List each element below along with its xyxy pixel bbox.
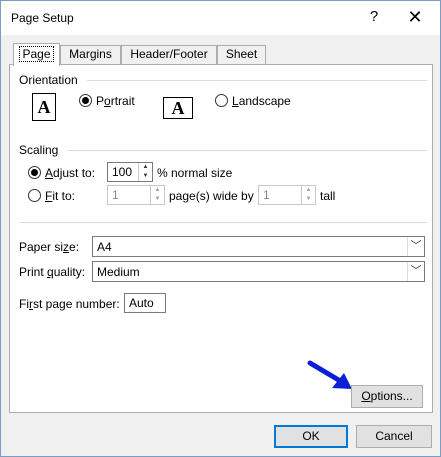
fit-to-label[interactable]: Fit to:: [45, 189, 75, 203]
spin-down-icon[interactable]: ▼: [302, 195, 315, 204]
fit-wide-spinner[interactable]: 1 ▲ ▼: [107, 185, 165, 205]
first-page-number-input[interactable]: Auto: [124, 293, 166, 313]
spin-down-icon[interactable]: ▼: [139, 172, 152, 181]
print-quality-value: Medium: [97, 265, 140, 279]
landscape-label[interactable]: Landscape: [232, 94, 291, 108]
portrait-page-icon: A: [32, 93, 58, 123]
fit-tall-spinner[interactable]: 1 ▲ ▼: [258, 185, 316, 205]
help-button[interactable]: ?: [364, 7, 384, 27]
chevron-down-icon[interactable]: ﹀: [407, 262, 424, 281]
ok-button[interactable]: OK: [274, 425, 348, 448]
spin-down-icon[interactable]: ▼: [151, 195, 164, 204]
close-button[interactable]: ✕: [405, 7, 425, 27]
dialog-title: Page Setup: [11, 11, 74, 25]
portrait-label[interactable]: Portrait: [96, 94, 135, 108]
orientation-separator: [87, 80, 427, 81]
tab-margins[interactable]: Margins: [60, 45, 121, 64]
paper-size-select[interactable]: A4 ﹀: [92, 236, 425, 257]
first-page-number-value: Auto: [129, 296, 154, 310]
fit-tall-value: 1: [263, 188, 270, 202]
landscape-page-icon: A: [163, 97, 195, 121]
scaling-group-label: Scaling: [19, 143, 59, 157]
options-button[interactable]: Options...: [351, 385, 423, 408]
spin-up-icon[interactable]: ▲: [139, 163, 152, 172]
adjust-percent-spinner[interactable]: 100 ▲ ▼: [107, 162, 153, 182]
cancel-button[interactable]: Cancel: [356, 425, 432, 448]
portrait-radio[interactable]: [79, 94, 92, 107]
page-setup-dialog: Page Setup ? ✕ Page Margins Header/Foote…: [0, 0, 441, 457]
adjust-percent-value: 100: [112, 165, 133, 179]
annotation-arrow-icon: [307, 360, 352, 389]
tab-sheet[interactable]: Sheet: [217, 45, 266, 64]
scaling-bottom-separator: [19, 222, 427, 223]
first-page-number-label: First page number:: [19, 297, 120, 311]
paper-size-label: Paper size:: [19, 240, 80, 254]
paper-size-value: A4: [97, 240, 112, 254]
spin-up-icon[interactable]: ▲: [302, 186, 315, 195]
page-tab-panel: Orientation A Portrait A Landscape Scali…: [9, 64, 433, 413]
fit-tall-suffix-label: tall: [320, 189, 336, 203]
landscape-radio[interactable]: [215, 94, 228, 107]
print-quality-label: Print quality:: [19, 265, 86, 279]
fit-wide-value: 1: [112, 188, 119, 202]
tab-header-footer[interactable]: Header/Footer: [121, 45, 217, 64]
adjust-to-radio[interactable]: [28, 166, 41, 179]
adjust-to-label[interactable]: Adjust to:: [45, 166, 95, 180]
tab-page[interactable]: Page: [13, 43, 60, 66]
spin-up-icon[interactable]: ▲: [151, 186, 164, 195]
orientation-group-label: Orientation: [19, 73, 78, 87]
adjust-suffix-label: % normal size: [157, 166, 233, 180]
chevron-down-icon[interactable]: ﹀: [407, 237, 424, 256]
fit-to-radio[interactable]: [28, 189, 41, 202]
title-bar: Page Setup ? ✕: [1, 1, 440, 35]
fit-wide-suffix-label: page(s) wide by: [169, 189, 254, 203]
print-quality-select[interactable]: Medium ﹀: [92, 261, 425, 282]
scaling-separator: [67, 150, 427, 151]
